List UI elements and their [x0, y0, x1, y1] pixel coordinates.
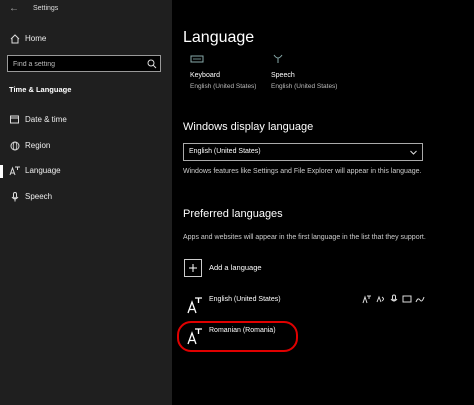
tile-name: Keyboard: [190, 72, 220, 79]
search-box[interactable]: [7, 55, 161, 72]
globe-icon: [10, 141, 20, 151]
language-icon: [187, 297, 202, 314]
sidebar-item-label: Language: [25, 166, 61, 175]
sidebar-item-speech[interactable]: Speech: [0, 186, 172, 208]
keyboard-icon: [190, 55, 204, 63]
keyboard-icon: [402, 295, 412, 303]
page-title: Language: [183, 29, 255, 46]
sidebar-item-region[interactable]: Region: [0, 135, 172, 157]
display-language-heading: Windows display language: [183, 121, 314, 133]
search-input[interactable]: [13, 58, 143, 70]
highlight-annotation: [177, 321, 298, 352]
microphone-icon: [390, 294, 398, 302]
sidebar-item-label: Home: [25, 34, 47, 43]
language-name: English (United States): [209, 296, 281, 303]
preferred-languages-heading: Preferred languages: [183, 208, 283, 220]
back-arrow-icon[interactable]: ←: [9, 3, 19, 14]
sidebar-item-home[interactable]: Home: [0, 28, 172, 50]
handwriting-icon: [415, 296, 425, 303]
dropdown-value: English (United States): [189, 148, 261, 155]
selected-indicator: [0, 165, 3, 178]
sidebar-item-label: Date & time: [25, 115, 67, 124]
section-heading: Time & Language: [9, 85, 72, 94]
add-language-label[interactable]: Add a language: [209, 263, 262, 272]
language-icon: [9, 166, 20, 176]
sidebar-item-label: Region: [25, 141, 51, 150]
preferred-languages-description: Apps and websites will appear in the fir…: [183, 234, 426, 241]
home-icon: [10, 34, 20, 44]
tile-value: English (United States): [190, 83, 257, 90]
chevron-down-icon: [410, 150, 417, 155]
title-bar: ← Settings: [0, 0, 172, 20]
display-language-icon: [362, 295, 371, 304]
search-icon[interactable]: [147, 59, 157, 69]
language-item-english[interactable]: English (United States): [184, 294, 444, 324]
display-language-dropdown[interactable]: English (United States): [183, 143, 423, 161]
speech-icon: [376, 295, 384, 303]
add-language-button[interactable]: [184, 259, 202, 277]
tile-name: Speech: [271, 72, 295, 79]
plus-icon: [189, 264, 197, 272]
calendar-clock-icon: [10, 115, 19, 124]
display-language-description: Windows features like Settings and File …: [183, 168, 422, 175]
sidebar: ← Settings Home Time & Language Date & t…: [0, 0, 172, 405]
microphone-icon: [11, 192, 19, 202]
sidebar-item-label: Speech: [25, 192, 53, 201]
microphone-icon: [273, 54, 283, 63]
app-title: Settings: [33, 5, 59, 12]
sidebar-item-language[interactable]: Language: [0, 160, 172, 182]
sidebar-item-date-time[interactable]: Date & time: [0, 109, 172, 131]
tile-value: English (United States): [271, 83, 338, 90]
